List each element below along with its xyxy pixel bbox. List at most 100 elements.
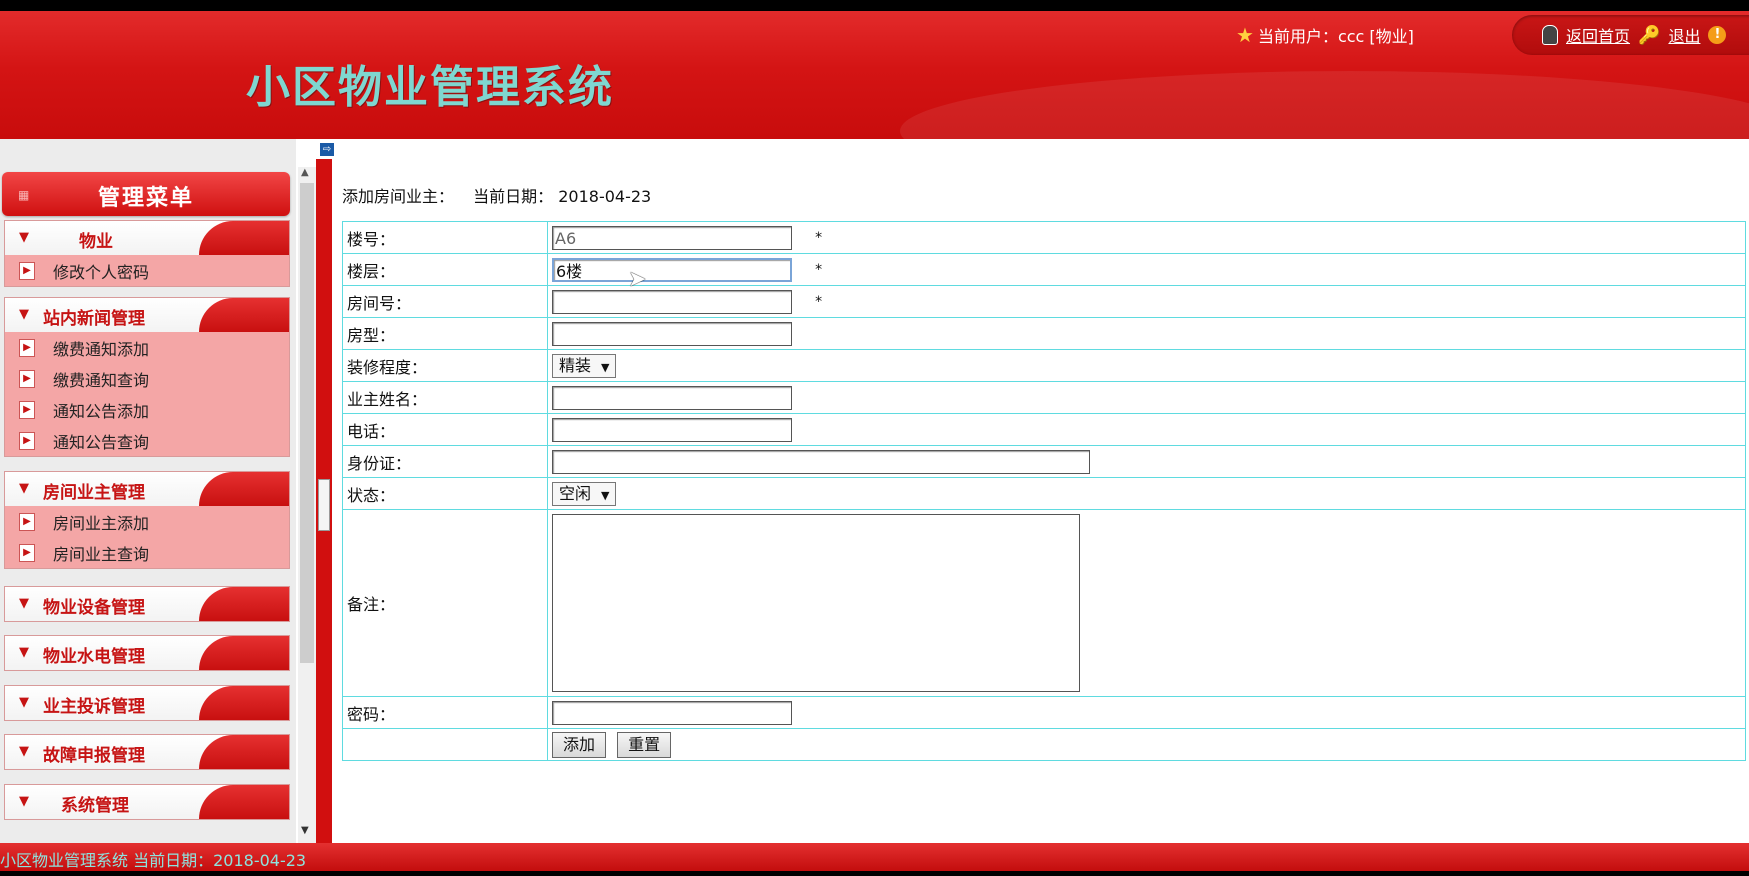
remarks-textarea[interactable] (552, 514, 1080, 692)
menu-group-header[interactable]: ▼ 故障申报管理 (5, 735, 289, 769)
footer-bar: 小区物业管理系统 当前日期：2018-04-23 (0, 843, 1749, 871)
menu-group-header[interactable]: ▼ 站内新闻管理 (5, 298, 289, 332)
decoration-label: 装修程度： (342, 349, 548, 382)
decoration-select[interactable]: 精装 ▼ (552, 353, 617, 378)
sidebar-item-label: 缴费通知添加 (53, 339, 150, 359)
header-banner: 小区物业管理系统 ★ 当前用户：ccc [物业] 返回首页 🔑 退出 ! (0, 11, 1749, 191)
collapse-icon[interactable]: ⇨ (320, 143, 334, 156)
menu-group-label: 物业水电管理 (43, 647, 145, 667)
menu-group-tab (199, 221, 289, 255)
form-cell: 6楼 * (547, 253, 1746, 286)
date-label: 当前日期： (473, 187, 554, 206)
building-input[interactable]: A6 (552, 225, 792, 250)
info-icon[interactable]: ! (1708, 26, 1727, 44)
menu-group-label: 物业设备管理 (43, 598, 145, 618)
menu-group-equipment: ▼ 物业设备管理 (4, 586, 290, 622)
status-select[interactable]: 空闲 ▼ (552, 481, 617, 506)
password-input[interactable] (552, 700, 792, 725)
play-icon: ▶ (19, 338, 35, 357)
triangle-down-icon: ▼ (19, 695, 29, 710)
form-row: 房间号： * (342, 285, 1746, 318)
menu-group-header[interactable]: ▼ 物业水电管理 (5, 636, 289, 670)
footer-date-label: 当前日期： (133, 851, 214, 870)
menu-group-header[interactable]: ▼ 系统管理 (5, 785, 289, 819)
form-row: 身份证： (342, 445, 1746, 478)
menu-group-faults: ▼ 故障申报管理 (4, 734, 290, 770)
menu-group-header[interactable]: ▼ 业主投诉管理 (5, 686, 289, 720)
user-icon (1542, 25, 1558, 45)
logout-link[interactable]: 退出 (1668, 23, 1700, 47)
room-type-label: 房型： (342, 317, 548, 350)
status-selected: 空闲 (559, 483, 592, 503)
sidebar-item-room-owner-add[interactable]: ▶ 房间业主添加 (5, 506, 289, 537)
menu-group-header[interactable]: ▼ 房间业主管理 (5, 472, 289, 506)
menu-group-tab (199, 472, 289, 506)
triangle-down-icon: ▼ (19, 794, 29, 809)
sidebar-item-label: 通知公告添加 (53, 401, 150, 421)
sidebar-item-fee-notice-query[interactable]: ▶ 缴费通知查询 (5, 363, 289, 394)
menu-group-tab (199, 686, 289, 720)
footer-system-title: 小区物业管理系统 (0, 851, 129, 870)
sidebar-item-change-password[interactable]: ▶ 修改个人密码 (5, 255, 289, 286)
scroll-down-icon[interactable]: ▼ (301, 825, 309, 836)
form-cell: 空闲 ▼ (547, 477, 1746, 510)
form-cell (547, 509, 1746, 697)
id-card-label: 身份证： (342, 445, 548, 478)
form-row: 电话： (342, 413, 1746, 446)
menu-group-tab (199, 785, 289, 819)
floor-input[interactable]: 6楼 (552, 257, 792, 282)
menu-group-complaints: ▼ 业主投诉管理 (4, 685, 290, 721)
play-icon: ▶ (19, 400, 35, 419)
sidebar-scrollbar-thumb[interactable] (300, 183, 314, 663)
menu-group-header[interactable]: ▼ 物业设备管理 (5, 587, 289, 621)
system-title: 小区物业管理系统 (246, 62, 614, 113)
phone-input[interactable] (552, 417, 792, 442)
play-icon: ▶ (19, 261, 35, 280)
password-label: 密码： (342, 696, 548, 729)
triangle-down-icon: ▼ (19, 307, 29, 322)
splitter-handle[interactable] (318, 479, 330, 531)
form-row: 楼号： A6 * (342, 221, 1746, 254)
sidebar-item-announcement-add[interactable]: ▶ 通知公告添加 (5, 394, 289, 425)
owner-name-input[interactable] (552, 385, 792, 410)
date-value: 2018-04-23 (558, 187, 652, 206)
id-card-input[interactable] (552, 449, 1090, 474)
menu-group-label: 物业 (79, 232, 113, 252)
home-link[interactable]: 返回首页 (1566, 23, 1630, 47)
scroll-up-icon[interactable]: ▲ (301, 167, 309, 178)
play-icon: ▶ (19, 512, 35, 531)
sidebar-item-fee-notice-add[interactable]: ▶ 缴费通知添加 (5, 332, 289, 363)
add-button[interactable]: 添加 (552, 731, 607, 758)
triangle-down-icon: ▼ (19, 596, 29, 611)
reset-button[interactable]: 重置 (617, 731, 672, 758)
menu-group-tab (199, 735, 289, 769)
form-cell (547, 381, 1746, 414)
triangle-down-icon: ▼ (19, 230, 29, 245)
footer-date-value: 2018-04-23 (213, 851, 307, 870)
sidebar-item-label: 房间业主添加 (53, 513, 150, 533)
sidebar-item-announcement-query[interactable]: ▶ 通知公告查询 (5, 425, 289, 456)
frame-splitter[interactable] (316, 159, 332, 843)
sidebar-item-room-owner-query[interactable]: ▶ 房间业主查询 (5, 537, 289, 568)
room-number-input[interactable] (552, 289, 792, 314)
form-cell (547, 696, 1746, 729)
current-user-info: ★ 当前用户：ccc [物业] (1236, 23, 1414, 47)
room-number-label: 房间号： (342, 285, 548, 318)
app-window: 小区物业管理系统 ★ 当前用户：ccc [物业] 返回首页 🔑 退出 ! ▦ 管… (0, 11, 1749, 871)
content-top-bar: ⇨ (300, 139, 1749, 161)
menu-group-label: 业主投诉管理 (43, 697, 145, 717)
required-mark: * (815, 294, 823, 310)
menu-group-header[interactable]: ▼ 物业 (5, 221, 289, 255)
play-icon: ▶ (19, 543, 35, 562)
form-row: 楼层： 6楼 * (342, 253, 1746, 286)
menu-group-label: 站内新闻管理 (43, 309, 145, 329)
form-cell: * (547, 285, 1746, 318)
remarks-label: 备注： (342, 509, 548, 697)
room-owner-form: 楼号： A6 * 楼层： 6楼 * 房间号： * 房型： 装修程度： 精装 ▼ … (342, 221, 1746, 761)
dropdown-caret-icon: ▼ (601, 360, 610, 374)
room-type-input[interactable] (552, 321, 792, 346)
menu-group-property: ▼ 物业 ▶ 修改个人密码 (4, 220, 290, 287)
menu-header: ▦ 管理菜单 (2, 172, 290, 216)
form-cell (547, 317, 1746, 350)
menu-group-label: 故障申报管理 (43, 746, 145, 766)
